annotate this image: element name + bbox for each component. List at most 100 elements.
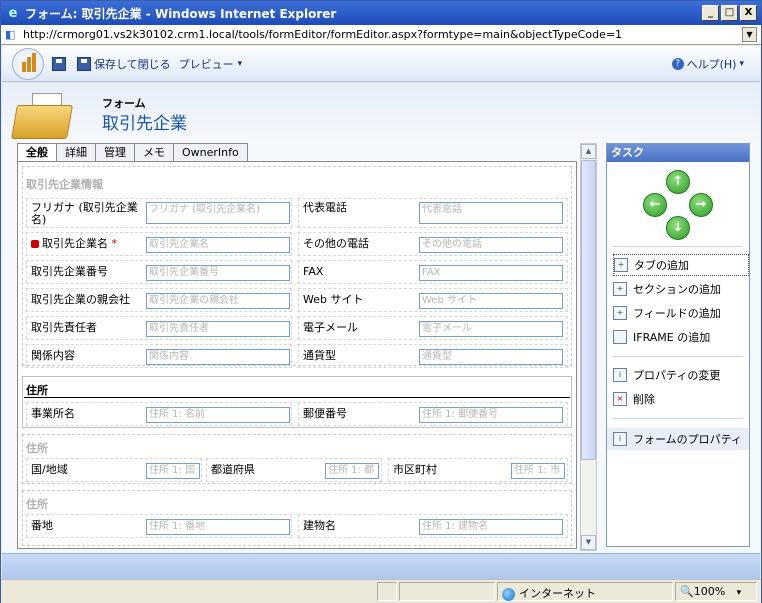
- field-country[interactable]: 国/地域 住所 1: 国: [26, 458, 202, 482]
- furigana-input[interactable]: フリガナ (取引先企業名): [146, 202, 290, 224]
- scroll-down-icon[interactable]: ▼: [581, 535, 596, 550]
- minimize-button[interactable]: _: [702, 5, 719, 21]
- task-panel: タスク ↑ ← → ↓ + タブの追加 + セクションの追加 + フィールドの追…: [606, 143, 750, 547]
- content-area: フォーム 取引先企業 全般 詳細 管理 メモ OwnerInfo 取引先企業情報…: [2, 83, 760, 553]
- form-scrollbar[interactable]: ▲ ▼: [580, 143, 597, 551]
- chevron-down-icon: ▾: [739, 59, 744, 69]
- separator: [613, 418, 743, 419]
- task-add-tab[interactable]: + タブの追加: [613, 254, 749, 276]
- arrow-down-icon[interactable]: ↓: [666, 216, 690, 240]
- field-main-phone[interactable]: 代表電話 代表電話: [298, 198, 568, 228]
- parent-account-input[interactable]: 取引先企業の親会社: [146, 293, 290, 309]
- address-url[interactable]: http://crmorg01.vs2k30102.crm1.local/too…: [23, 28, 622, 41]
- arrow-up-icon[interactable]: ↑: [666, 170, 690, 194]
- chevron-down-icon: ▾: [736, 588, 742, 598]
- zoom-control[interactable]: 🔍100% ▾: [675, 582, 757, 601]
- status-cell: [399, 582, 495, 601]
- field-website[interactable]: Web サイト Web サイト: [298, 288, 568, 312]
- page-title: 取引先企業: [102, 114, 187, 134]
- field-city[interactable]: 市区町村 住所 1: 市: [388, 458, 568, 482]
- field-currency[interactable]: 通貨型 通貨型: [298, 344, 568, 368]
- field-account-name[interactable]: 取引先企業名 * 取引先企業名: [26, 232, 292, 256]
- address-bar[interactable]: ◧ http://crmorg01.vs2k30102.crm1.local/t…: [1, 25, 761, 45]
- close-button[interactable]: X: [740, 5, 757, 21]
- preview-button[interactable]: プレビュー ▾: [179, 56, 243, 72]
- section-title: 住所: [26, 384, 48, 397]
- task-delete[interactable]: × 削除: [613, 388, 749, 410]
- zone-indicator: インターネット: [497, 582, 673, 601]
- field-building[interactable]: 建物名 住所 1: 建物名: [298, 514, 568, 538]
- form-panel: 全般 詳細 管理 メモ OwnerInfo 取引先企業情報 フリガナ (取引先企…: [17, 143, 577, 551]
- scroll-thumb[interactable]: [581, 160, 596, 460]
- account-number-input[interactable]: 取引先企業番号: [146, 265, 290, 281]
- building-input[interactable]: 住所 1: 建物名: [419, 519, 563, 535]
- primary-contact-input[interactable]: 取引先責任者: [146, 321, 290, 337]
- field-primary-contact[interactable]: 取引先責任者 取引先責任者: [26, 316, 292, 340]
- save-button[interactable]: [52, 56, 69, 71]
- state-input[interactable]: 住所 1: 都: [325, 463, 379, 479]
- crm-toolbar: 保存して閉じる プレビュー ▾ ? ヘルプ(H) ▾: [2, 46, 760, 82]
- field-relationship[interactable]: 関係内容 関係内容: [26, 344, 292, 368]
- separator: [613, 246, 743, 247]
- crm-logo-icon: [12, 47, 44, 80]
- add-iframe-icon: [613, 330, 627, 344]
- status-cell: [377, 582, 397, 601]
- country-input[interactable]: 住所 1: 国: [146, 463, 200, 479]
- arrow-left-icon[interactable]: ←: [643, 193, 667, 217]
- section-title: 住所: [26, 498, 48, 511]
- save-icon: [52, 56, 66, 71]
- maximize-button[interactable]: □: [721, 5, 738, 21]
- relationship-input[interactable]: 関係内容: [146, 349, 290, 365]
- task-add-section[interactable]: + セクションの追加: [613, 278, 749, 300]
- section-title: 取引先企業情報: [26, 178, 103, 191]
- field-street[interactable]: 番地 住所 1: 番地: [26, 514, 292, 538]
- field-account-number[interactable]: 取引先企業番号 取引先企業番号: [26, 260, 292, 284]
- move-arrows: ↑ ← → ↓: [643, 170, 713, 240]
- title-bar: e フォーム: 取引先企業 - Windows Internet Explore…: [1, 1, 761, 25]
- arrow-right-icon[interactable]: →: [689, 193, 713, 217]
- city-input[interactable]: 住所 1: 市: [511, 463, 565, 479]
- field-other-phone[interactable]: その他の電話 その他の電話: [298, 232, 568, 256]
- tab-ownerinfo[interactable]: OwnerInfo: [174, 143, 248, 162]
- fax-input[interactable]: FAX: [419, 265, 563, 281]
- required-mark: *: [111, 237, 118, 250]
- crm-status-bar: [2, 553, 760, 579]
- field-furigana[interactable]: フリガナ (取引先企業名) フリガナ (取引先企業名): [26, 198, 292, 228]
- office-name-input[interactable]: 住所 1: 名前: [146, 407, 290, 423]
- tab-notes[interactable]: メモ: [135, 143, 174, 162]
- scroll-up-icon[interactable]: ▲: [581, 144, 596, 159]
- ie-status-bar: インターネット 🔍100% ▾: [1, 579, 761, 603]
- other-phone-input[interactable]: その他の電話: [419, 237, 563, 253]
- currency-input[interactable]: 通貨型: [419, 349, 563, 365]
- help-label: ヘルプ(H): [686, 58, 737, 71]
- task-change-properties[interactable]: i プロパティの変更: [613, 364, 749, 386]
- field-state[interactable]: 都道府県 住所 1: 都: [206, 458, 382, 482]
- help-menu[interactable]: ? ヘルプ(H) ▾: [671, 56, 744, 72]
- save-close-icon: [77, 56, 91, 71]
- task-add-field[interactable]: + フィールドの追加: [613, 302, 749, 324]
- zip-input[interactable]: 住所 1: 郵便番号: [419, 407, 563, 423]
- tab-admin[interactable]: 管理: [96, 143, 135, 162]
- field-office-name[interactable]: 事業所名 住所 1: 名前: [26, 402, 292, 426]
- main-phone-input[interactable]: 代表電話: [419, 202, 563, 224]
- add-field-icon: +: [613, 306, 627, 320]
- tab-general[interactable]: 全般: [17, 143, 57, 162]
- field-parent-account[interactable]: 取引先企業の親会社 取引先企業の親会社: [26, 288, 292, 312]
- street-input[interactable]: 住所 1: 番地: [146, 519, 290, 535]
- section-title: 住所: [26, 442, 48, 455]
- section-divider: [24, 397, 570, 398]
- field-zip[interactable]: 郵便番号 住所 1: 郵便番号: [298, 402, 568, 426]
- field-fax[interactable]: FAX FAX: [298, 260, 568, 284]
- account-name-input[interactable]: 取引先企業名: [146, 237, 290, 253]
- tab-strip: 全般 詳細 管理 メモ OwnerInfo: [17, 143, 248, 162]
- task-add-iframe[interactable]: IFRAME の追加: [613, 326, 749, 348]
- field-email[interactable]: 電子メール 電子メール: [298, 316, 568, 340]
- task-panel-title: タスク: [607, 144, 749, 162]
- save-close-button[interactable]: 保存して閉じる: [77, 56, 171, 72]
- form-header: フォーム 取引先企業: [2, 83, 760, 141]
- task-form-properties[interactable]: i フォームのプロパティ: [607, 428, 749, 450]
- address-dropdown-icon[interactable]: ▼: [742, 27, 757, 42]
- website-input[interactable]: Web サイト: [419, 293, 563, 309]
- tab-details[interactable]: 詳細: [57, 143, 96, 162]
- email-input[interactable]: 電子メール: [419, 321, 563, 337]
